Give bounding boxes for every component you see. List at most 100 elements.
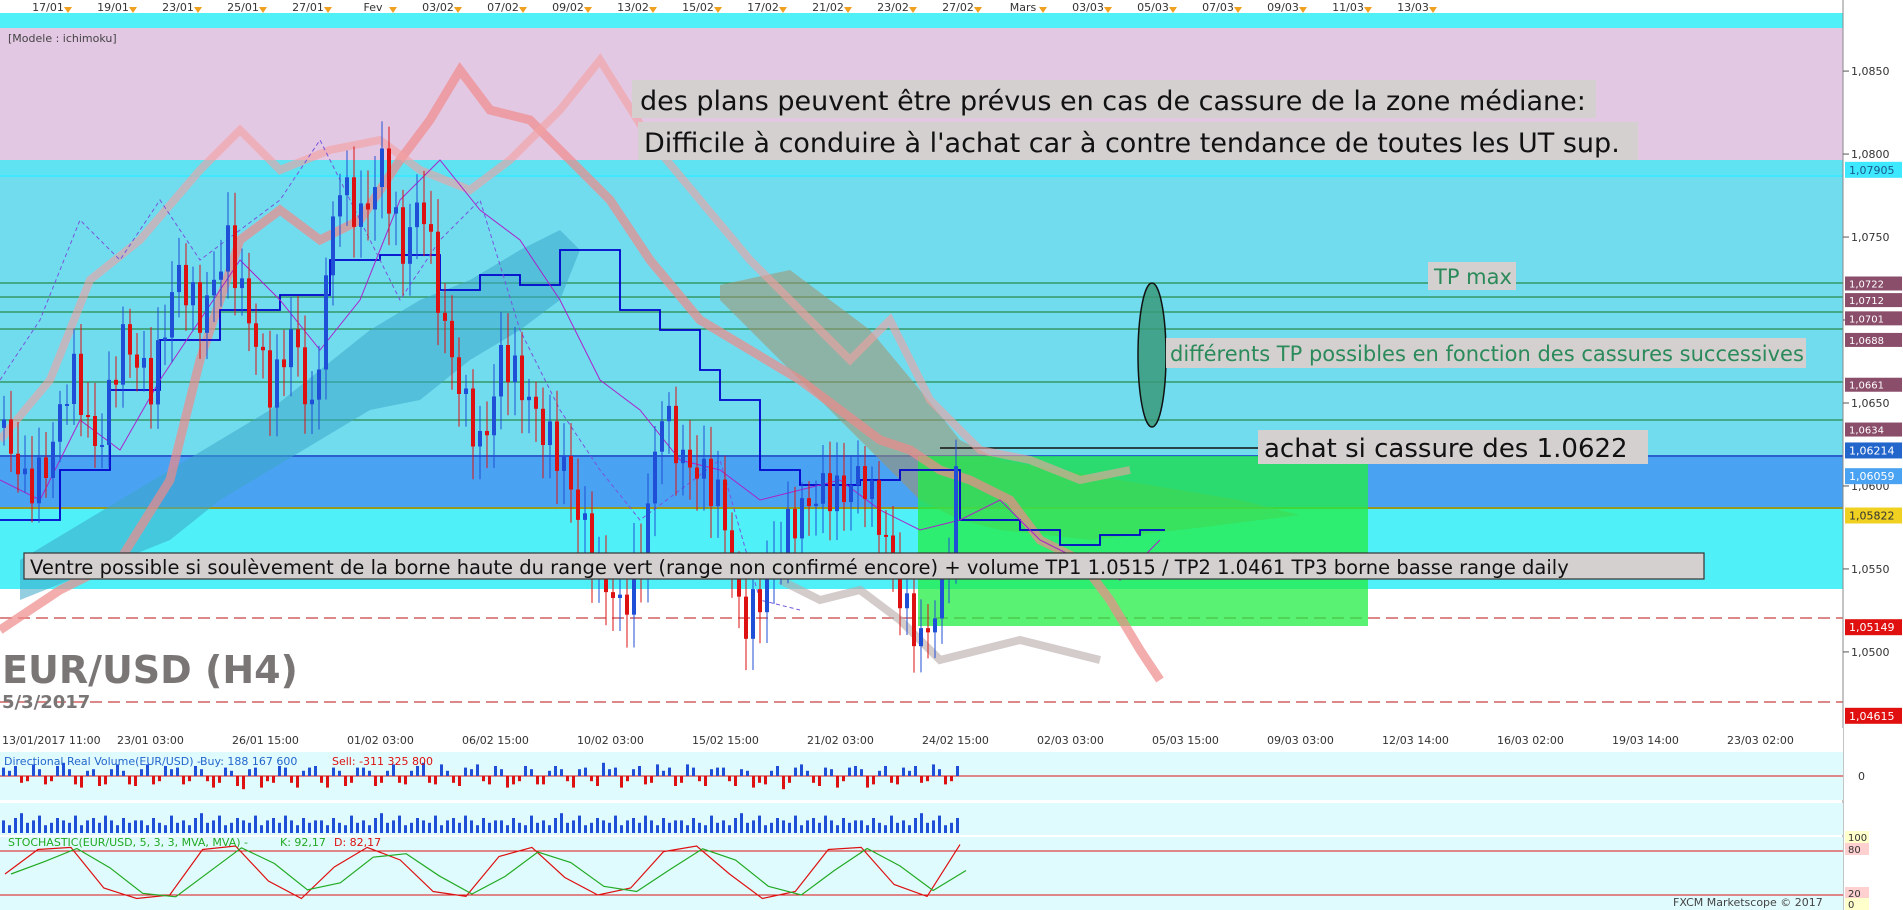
- volume-bar: [518, 822, 521, 833]
- volume-bar: [656, 764, 659, 776]
- volume-bar: [254, 815, 257, 833]
- volume-bar: [692, 767, 695, 776]
- volume-bar: [746, 822, 749, 833]
- candle-body: [688, 449, 692, 468]
- volume-bar: [104, 815, 107, 833]
- stoch-level-label: 0: [1848, 900, 1854, 910]
- candle-body: [345, 177, 349, 196]
- volume-bar: [752, 820, 755, 833]
- volume-bar: [554, 818, 557, 833]
- volume-bar: [560, 769, 563, 776]
- top-date-label: 23/01: [162, 1, 194, 14]
- candle-body: [429, 224, 433, 232]
- stoch-level-label: 80: [1848, 845, 1861, 856]
- volume-bar: [632, 818, 635, 833]
- volume-bar: [74, 815, 77, 833]
- candle-body: [548, 421, 552, 446]
- candle-body: [177, 264, 181, 293]
- volume-bar: [476, 764, 479, 776]
- price-tick-label: 1,0750: [1851, 231, 1890, 244]
- volume-bar: [902, 767, 905, 776]
- volume-bar: [770, 770, 773, 776]
- volume-bar: [488, 776, 491, 785]
- volume-bar: [860, 769, 863, 776]
- volume-bar: [308, 822, 311, 833]
- tp-tag-label: 1,0722: [1849, 280, 1884, 291]
- volume-bar: [296, 825, 299, 833]
- volume-bar: [806, 820, 809, 833]
- volume-bar: [830, 769, 833, 776]
- volume-bar: [872, 776, 875, 785]
- candle-body: [583, 513, 587, 520]
- top-date-label: 03/03: [1072, 1, 1104, 14]
- volume-bar: [134, 820, 137, 833]
- copyright: FXCM Marketscope © 2017: [1673, 896, 1823, 909]
- top-date-label: 25/01: [227, 1, 259, 14]
- candle-body: [499, 344, 503, 397]
- candle-body: [450, 320, 454, 358]
- volume-bar: [764, 825, 767, 833]
- candle-body: [212, 279, 216, 296]
- volume-bar: [932, 764, 935, 776]
- volume-bar: [938, 815, 941, 833]
- volume-bar: [740, 813, 743, 833]
- volume-bar: [110, 820, 113, 833]
- price-chart[interactable]: des plans peuvent être prévus en cas de …: [0, 0, 1903, 910]
- candle-body: [835, 475, 839, 512]
- candle-body: [156, 340, 160, 405]
- volume-bar: [266, 776, 269, 782]
- volume-bar: [326, 825, 329, 833]
- volume-bar: [866, 825, 869, 833]
- volume-bar: [182, 776, 185, 785]
- candle-body: [471, 388, 475, 447]
- volume-bar: [626, 820, 629, 833]
- volume-bar: [386, 822, 389, 833]
- volume-bar: [806, 770, 809, 776]
- volume-bar: [458, 776, 461, 786]
- candle-body: [331, 216, 335, 276]
- annotation-line-2: Difficile à conduire à l'achat car à con…: [644, 128, 1620, 159]
- volume-bar: [842, 818, 845, 833]
- volume-bar: [104, 776, 107, 785]
- volume-bar: [26, 776, 29, 782]
- green-range-box: [918, 456, 1368, 626]
- volume-bar: [704, 825, 707, 833]
- volume-bar: [896, 776, 899, 785]
- volume-bar: [80, 825, 83, 833]
- volume-bar: [596, 818, 599, 833]
- candle-body: [513, 355, 517, 383]
- volume-bar: [926, 822, 929, 833]
- price-tag-label: 1,07905: [1849, 164, 1895, 177]
- volume-bar: [128, 776, 131, 785]
- volume-bar: [524, 766, 527, 776]
- volume-bar: [686, 764, 689, 776]
- candle-body: [625, 594, 629, 615]
- candle-body: [387, 148, 391, 214]
- volume-bar: [920, 776, 923, 783]
- tp-list-label: différents TP possibles en fonction des …: [1170, 342, 1804, 366]
- stochastic-panel: [0, 837, 1843, 910]
- candle-body: [870, 480, 874, 499]
- volume-bar: [584, 825, 587, 833]
- volume-bar: [32, 820, 35, 833]
- candle-body: [51, 441, 55, 478]
- candle-body: [786, 508, 790, 553]
- volume-bar: [338, 822, 341, 833]
- volume-bar: [470, 769, 473, 776]
- candle-body: [240, 278, 244, 289]
- volume-bar: [476, 825, 479, 833]
- volume-bar: [338, 770, 341, 776]
- volume-bar: [200, 813, 203, 833]
- price-tick-label: 1,0850: [1851, 65, 1890, 78]
- volume-bar: [224, 825, 227, 833]
- candle-body: [23, 468, 27, 475]
- candle-body: [65, 403, 69, 406]
- volume-bar: [8, 825, 11, 833]
- time-label: 23/03 02:00: [1727, 734, 1794, 747]
- volume-bar: [320, 820, 323, 833]
- candle-body: [16, 453, 20, 475]
- top-date-label: 11/03: [1332, 1, 1364, 14]
- volume-bar: [938, 769, 941, 776]
- candle-body: [954, 466, 958, 559]
- volume-bar: [332, 818, 335, 833]
